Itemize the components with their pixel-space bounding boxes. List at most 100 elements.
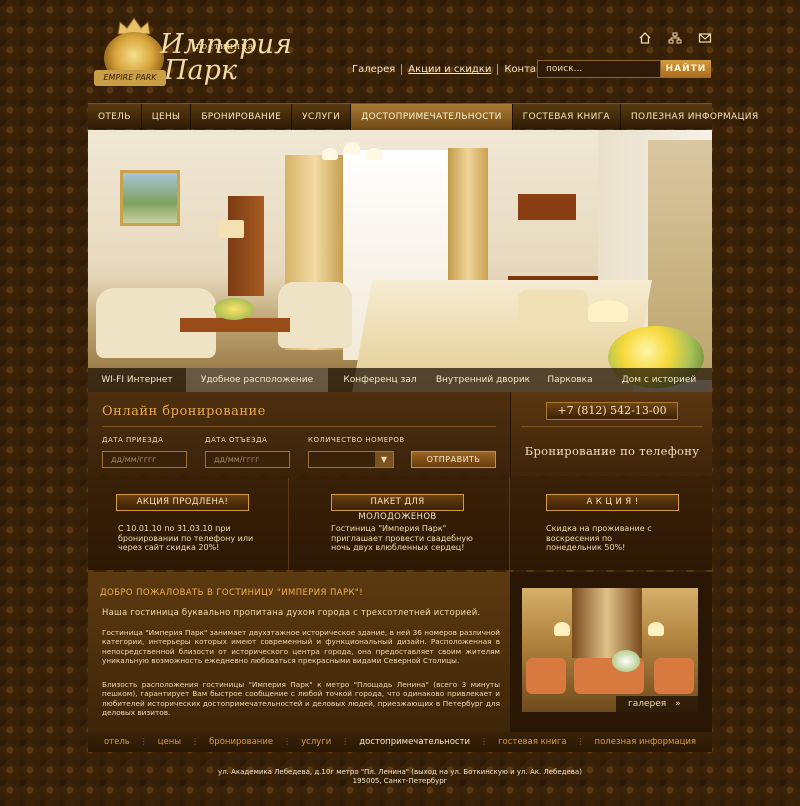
search-form: НАЙТИ — [537, 60, 711, 78]
hero-tabs: WI-FI Интернет Удобное расположение Конф… — [88, 368, 712, 392]
footer-link-services[interactable]: услуги — [291, 732, 341, 752]
promo-title: А К Ц И Я ! — [546, 494, 679, 511]
divider — [521, 426, 703, 427]
tab-parking[interactable]: Парковка — [534, 368, 606, 392]
nav-useful-info[interactable]: ПОЛЕЗНАЯ ИНФОРМАЦИЯ — [621, 104, 768, 130]
lamp — [648, 622, 664, 636]
footer-link-prices[interactable]: цены — [148, 732, 191, 752]
promo-title: АКЦИЯ ПРОДЛЕНА! — [116, 494, 249, 511]
couch — [526, 658, 566, 694]
separator: ⋮ — [139, 737, 148, 746]
promo-text: Гостиница "Империя Парк" приглашает пров… — [331, 524, 473, 553]
chandelier — [318, 138, 388, 164]
page: гостиница Империя Парк EMPIRE PARK Галер… — [88, 0, 758, 806]
footer-link-sights[interactable]: достопримечательности — [349, 732, 480, 752]
promo-line: понедельник 50%! — [546, 543, 626, 552]
gallery-link[interactable]: галерея » — [616, 696, 698, 712]
link-gallery[interactable]: Галерея — [346, 64, 401, 75]
floor-lamp — [218, 220, 244, 238]
bedside-lamp — [588, 300, 628, 322]
welcome-section: ДОБРО ПОЖАЛОВАТЬ В ГОСТИНИЦУ "ИМПЕРИЯ ПА… — [88, 572, 510, 732]
promo-extended[interactable]: АКЦИЯ ПРОДЛЕНА! С 10.01.10 по 31.03.10 п… — [88, 478, 289, 570]
tab-courtyard[interactable]: Внутренний дворик — [432, 368, 534, 392]
booking-title: Онлайн бронирование — [102, 404, 266, 419]
separator: ⋮ — [341, 737, 350, 746]
welcome-title: ДОБРО ПОЖАЛОВАТЬ В ГОСТИНИЦУ "ИМПЕРИЯ ПА… — [100, 588, 364, 598]
promotions: АКЦИЯ ПРОДЛЕНА! С 10.01.10 по 31.03.10 п… — [88, 478, 712, 570]
wall-shelf — [518, 194, 576, 220]
promo-discount[interactable]: А К Ц И Я ! Скидка на проживание с воскр… — [510, 478, 712, 570]
flowers — [612, 650, 640, 672]
welcome-lead: Наша гостиница буквально пропитана духом… — [102, 608, 481, 618]
nav-prices[interactable]: ЦЕНЫ — [142, 104, 192, 130]
table-flowers — [214, 298, 254, 320]
footer-link-hotel[interactable]: отель — [94, 732, 140, 752]
footer-link-booking[interactable]: бронирование — [199, 732, 283, 752]
nav-booking[interactable]: БРОНИРОВАНИЕ — [191, 104, 293, 130]
arrival-date-field[interactable]: дд/мм/гггг — [102, 451, 187, 468]
rooms-label: КОЛИЧЕСТВО НОМЕРОВ — [308, 436, 405, 444]
footer-link-guestbook[interactable]: гостевая книга — [488, 732, 576, 752]
promo-text: Скидка на проживание с воскресения по по… — [546, 524, 652, 553]
logo-ribbon: EMPIRE PARK — [94, 70, 166, 86]
arrival-label: ДАТА ПРИЕЗДА — [102, 436, 164, 444]
search-input[interactable] — [537, 60, 661, 78]
logo-line-2: Парк — [164, 55, 238, 86]
armchair — [278, 282, 352, 348]
wardrobe — [228, 196, 264, 296]
gallery-label: галерея — [628, 699, 667, 709]
wall-painting — [120, 170, 180, 226]
sitemap-icon[interactable] — [668, 32, 682, 44]
promo-line: воскресения по — [546, 533, 613, 543]
promo-line: Скидка на проживание с — [546, 524, 652, 533]
promo-line: бронировании по телефону или — [118, 533, 254, 543]
promo-line: Гостиница "Империя Парк" — [331, 524, 447, 533]
hotel-logo[interactable]: гостиница Империя Парк EMPIRE PARK — [90, 14, 292, 90]
gallery-image[interactable] — [522, 588, 698, 712]
promo-text: С 10.01.10 по 31.03.10 при бронировании … — [118, 524, 253, 553]
search-button[interactable]: НАЙТИ — [661, 60, 711, 78]
promo-title: ПАКЕТ ДЛЯ МОЛОДОЖЕНОВ — [331, 494, 464, 522]
main-nav: ОТЕЛЬ ЦЕНЫ БРОНИРОВАНИЕ УСЛУГИ ДОСТОПРИМ… — [88, 103, 758, 130]
address-line-1: ул. Академика Лебедева, д.10г метро "Пл.… — [218, 768, 582, 776]
tab-wifi[interactable]: WI-FI Интернет — [88, 368, 186, 392]
promo-line: приглашает провести свадебную — [331, 533, 473, 543]
top-links: Галерея Акции и скидки Контакты — [346, 64, 562, 75]
phone-booking-label: Бронирование по телефону — [524, 444, 700, 458]
tab-history-house[interactable]: Дом с историей — [606, 368, 712, 392]
footer-nav: отель ⋮ цены ⋮ бронирование ⋮ услуги ⋮ д… — [88, 732, 712, 752]
footer-link-useful-info[interactable]: полезная информация — [585, 732, 707, 752]
nav-sights[interactable]: ДОСТОПРИМЕЧАТЕЛЬНОСТИ — [351, 104, 513, 130]
rooms-select[interactable]: ▼ — [308, 451, 394, 468]
address-line-2: 195005, Санкт-Петербург — [352, 777, 448, 785]
link-promotions[interactable]: Акции и скидки — [401, 64, 497, 75]
tab-location[interactable]: Удобное расположение — [186, 368, 328, 392]
submit-booking-button[interactable]: ОТПРАВИТЬ — [411, 451, 496, 468]
promo-line: через сайт скидка 20%! — [118, 543, 220, 552]
tab-conference[interactable]: Конференц зал — [328, 368, 432, 392]
chevron-down-icon[interactable]: ▼ — [375, 452, 393, 467]
mail-icon[interactable] — [698, 32, 712, 44]
nav-hotel[interactable]: ОТЕЛЬ — [88, 104, 142, 130]
coffee-table — [180, 318, 290, 332]
separator: ⋮ — [191, 737, 200, 746]
hero-room-image — [88, 130, 712, 392]
header-icons — [638, 32, 712, 44]
departure-date-field[interactable]: дд/мм/гггг — [205, 451, 290, 468]
separator: ⋮ — [283, 737, 292, 746]
departure-label: ДАТА ОТЪЕЗДА — [205, 436, 268, 444]
home-icon[interactable] — [638, 32, 652, 44]
separator: ⋮ — [480, 737, 489, 746]
phone-number[interactable]: +7 (812) 542-13-00 — [546, 402, 678, 420]
nav-services[interactable]: УСЛУГИ — [292, 104, 352, 130]
nav-guestbook[interactable]: ГОСТЕВАЯ КНИГА — [513, 104, 621, 130]
promo-line: ночь двух влюбленных сердец! — [331, 543, 465, 552]
gallery-preview: галерея » — [510, 572, 712, 732]
double-chevron-right-icon: » — [675, 699, 681, 709]
promo-newlyweds[interactable]: ПАКЕТ ДЛЯ МОЛОДОЖЕНОВ Гостиница "Империя… — [289, 478, 510, 570]
lamp — [554, 622, 570, 636]
window-arch — [572, 588, 642, 658]
couch — [654, 658, 694, 694]
welcome-paragraph-1: Гостиница "Империя Парк" занимает двухэт… — [102, 628, 500, 665]
online-booking: Онлайн бронирование ДАТА ПРИЕЗДА ДАТА ОТ… — [88, 392, 510, 476]
